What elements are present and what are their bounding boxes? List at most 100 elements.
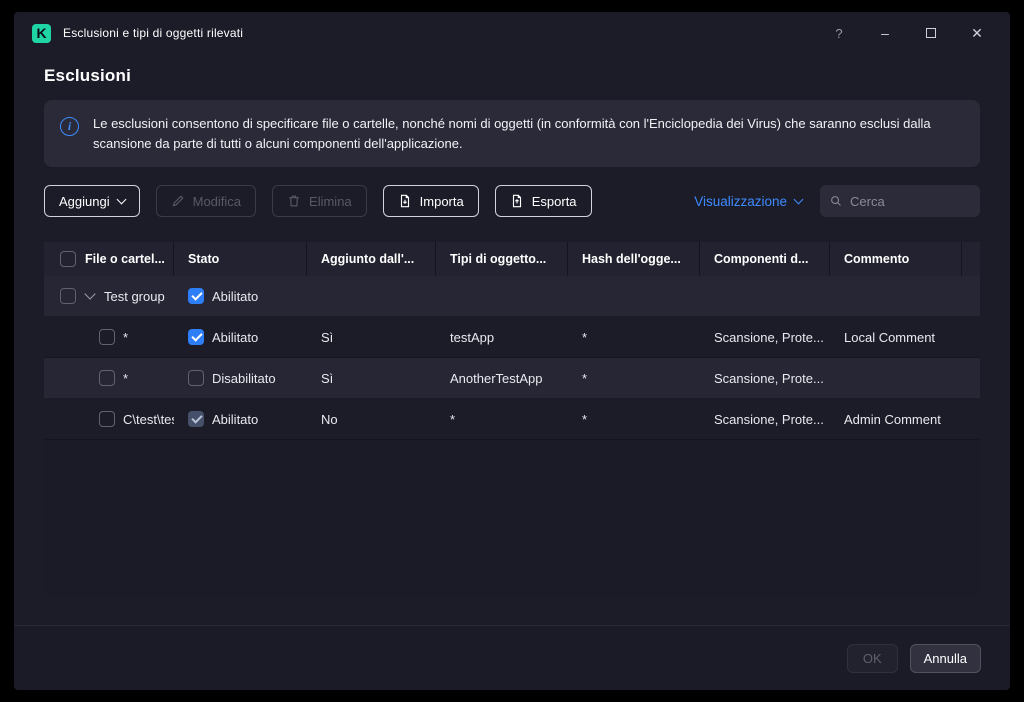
column-header-file[interactable]: File o cartel... [44,242,174,276]
info-icon: i [60,117,79,136]
object-type-cell: testApp [436,317,568,357]
file-cell: * [44,358,174,398]
cell-value: Scansione, Prote... [714,370,824,386]
toolbar: Aggiungi Modifica Elimina Importa Esport… [44,185,980,217]
empty-cell [700,276,830,316]
column-header-added-by[interactable]: Aggiunto dall'... [307,242,436,276]
cell-value: * [450,411,456,427]
cell-value: No [321,411,338,427]
minimize-button[interactable]: – [862,17,908,49]
cell-value: * [582,411,588,427]
status-checkbox[interactable] [188,329,204,345]
comment-cell [830,358,962,398]
search-icon [831,196,841,206]
status-checkbox[interactable] [188,288,204,304]
column-header-label: Tipi di oggetto... [450,252,547,266]
add-button[interactable]: Aggiungi [44,185,140,217]
table-header: File o cartel... Stato Aggiunto dall'...… [44,242,980,276]
column-header-label: Componenti d... [714,252,809,266]
column-header-status[interactable]: Stato [174,242,307,276]
select-all-checkbox[interactable] [60,251,76,267]
dialog-content: Esclusioni i Le esclusioni consentono di… [14,66,1010,596]
window-controls: ? – ✕ [816,17,1000,49]
close-button[interactable]: ✕ [954,17,1000,49]
row-checkbox[interactable] [60,288,76,304]
search-input[interactable] [850,193,970,209]
column-header-components[interactable]: Componenti d... [700,242,830,276]
file-name: C\test\tes... [123,411,174,427]
import-button[interactable]: Importa [382,185,479,217]
status-label: Abilitato [212,288,259,304]
cell-value: AnotherTestApp [450,370,543,386]
components-cell: Scansione, Prote... [700,317,830,357]
group-name-cell: Test group [44,276,174,316]
export-icon [512,194,521,208]
status-cell: Abilitato [174,317,307,357]
cell-value: * [582,329,588,345]
import-button-label: Importa [419,193,464,209]
file-cell: * [44,317,174,357]
table-row[interactable]: * Disabilitato Sì AnotherTestApp * Scans… [44,358,980,399]
chevron-down-icon[interactable] [84,287,96,300]
cell-value: Sì [321,329,334,345]
row-checkbox[interactable] [99,411,115,427]
row-checkbox[interactable] [99,370,115,386]
column-header-object-type[interactable]: Tipi di oggetto... [436,242,568,276]
column-header-filler [962,242,980,276]
page-title: Esclusioni [44,66,132,85]
column-header-hash[interactable]: Hash dell'ogge... [568,242,700,276]
added-by-cell: Sì [307,317,436,357]
row-checkbox[interactable] [99,329,115,345]
edit-button-label: Modifica [192,193,242,209]
import-icon [400,194,409,208]
status-cell: Abilitato [174,276,307,316]
status-checkbox[interactable] [188,370,204,386]
view-dropdown[interactable]: Visualizzazione [694,193,804,209]
status-label: Abilitato [212,411,259,427]
column-header-comment[interactable]: Commento [830,242,962,276]
cell-value: Scansione, Prote... [714,329,824,345]
empty-cell [962,276,980,316]
cell-value: testApp [450,329,495,345]
info-banner-text: Le esclusioni consentono di specificare … [93,116,931,151]
column-header-label: File o cartel... [85,252,165,266]
status-label: Abilitato [212,329,259,345]
edit-button[interactable]: Modifica [155,185,257,217]
file-name: * [123,329,129,345]
status-label: Disabilitato [212,370,276,386]
hash-cell: * [568,317,700,357]
empty-cell [962,317,980,357]
ok-button[interactable]: OK [846,643,898,673]
pencil-icon [172,195,184,207]
cancel-button[interactable]: Annulla [909,643,981,673]
chevron-down-icon [793,194,804,205]
group-name: Test group [104,288,165,304]
toolbar-right: Visualizzazione [694,185,980,217]
info-banner: i Le esclusioni consentono di specificar… [44,100,980,167]
table-row-group[interactable]: Test group Abilitato [44,276,980,317]
exclusions-table: File o cartel... Stato Aggiunto dall'...… [44,242,980,596]
table-row[interactable]: C\test\tes... Abilitato No * * Scansione… [44,399,980,440]
empty-cell [568,276,700,316]
added-by-cell: Sì [307,358,436,398]
empty-cell [307,276,436,316]
export-button[interactable]: Esporta [494,185,592,217]
column-header-label: Commento [844,252,910,266]
added-by-cell: No [307,399,436,439]
delete-button[interactable]: Elimina [272,185,367,217]
view-dropdown-label: Visualizzazione [694,193,787,209]
add-button-label: Aggiungi [59,193,110,209]
empty-cell [962,358,980,398]
comment-cell: Admin Comment [830,399,962,439]
status-checkbox[interactable] [188,411,204,427]
column-header-label: Hash dell'ogge... [582,252,681,266]
dialog-footer: OK Annulla [14,625,1010,690]
table-row[interactable]: * Abilitato Sì testApp * Scansione, Prot… [44,317,980,358]
empty-cell [962,399,980,439]
empty-cell [830,276,962,316]
cell-value: Sì [321,370,334,386]
column-header-label: Aggiunto dall'... [321,252,415,266]
chevron-down-icon [116,194,127,204]
maximize-button[interactable] [908,17,954,49]
help-button[interactable]: ? [816,17,862,49]
